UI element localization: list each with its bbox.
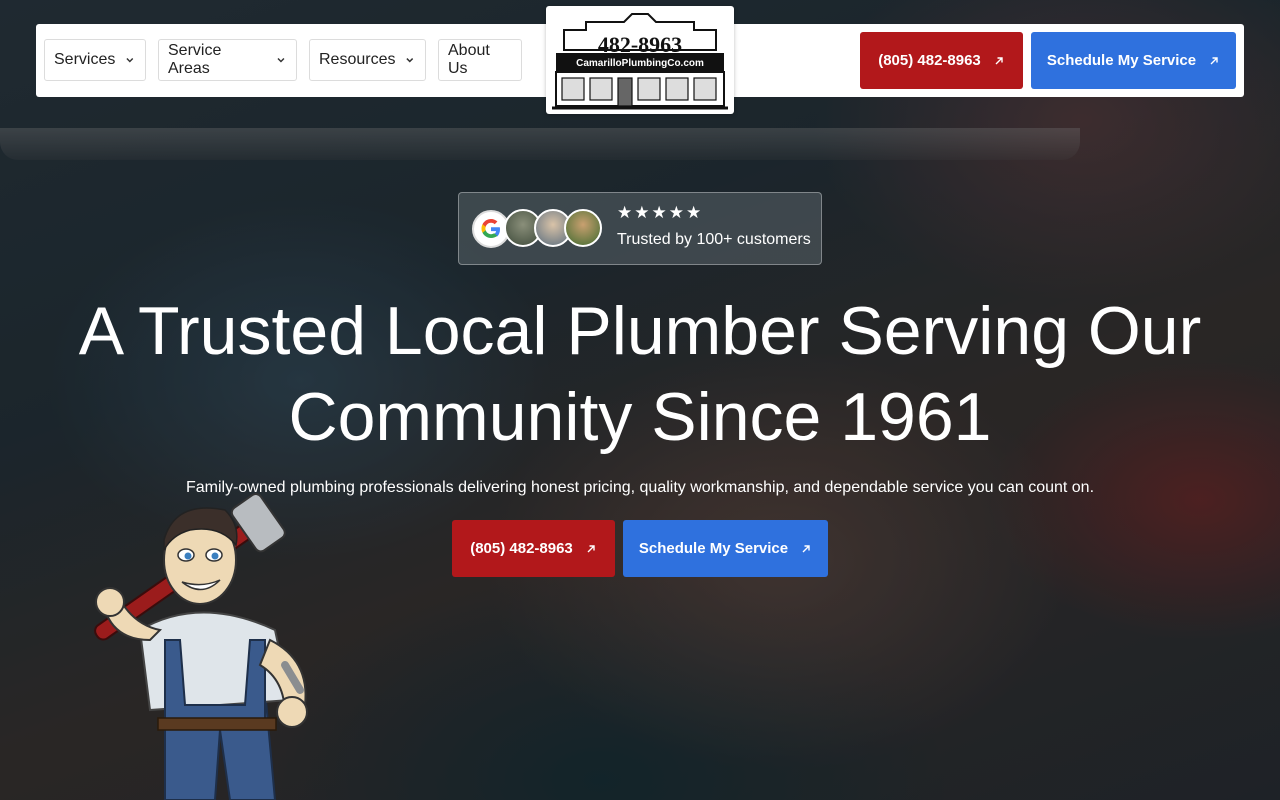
logo-domain-text: CamarilloPlumbingCo.com [576,58,704,69]
hero-schedule-button[interactable]: Schedule My Service [623,520,828,577]
nav-service-areas-label: Service Areas [168,42,222,77]
header-call-button[interactable]: (805) 482-8963 [860,32,1023,89]
header-call-label: (805) 482-8963 [878,52,981,69]
hero-title-line-2: Community Since 1961 [288,379,992,455]
header-schedule-label: Schedule My Service [1046,52,1197,69]
nav-service-areas[interactable]: Service Areas [158,39,297,81]
arrow-up-right-icon [995,56,1003,64]
chevron-down-icon [126,58,134,63]
hero-schedule-label: Schedule My Service [638,540,789,557]
nav-services-label: Services [54,51,116,68]
chevron-down-icon [277,57,285,63]
nav-resources-label: Resources [319,51,396,68]
nav-services[interactable]: Services [44,39,146,81]
five-star-rating: ★★★★★ [617,203,704,222]
hero-title-line-1: A Trusted Local Plumber Serving Our [78,293,1202,369]
customer-avatar [564,209,602,247]
nav-about-us[interactable]: About Us [438,39,522,81]
hero-call-label: (805) 482-8963 [470,540,573,557]
hero-call-button[interactable]: (805) 482-8963 [452,520,615,577]
header-schedule-button[interactable]: Schedule My Service [1031,32,1236,89]
background-pipe [0,128,1080,160]
arrow-up-right-icon [587,544,595,552]
trust-text: Trusted by 100+ customers [617,231,811,248]
nav-resources[interactable]: Resources [309,39,426,81]
storefront-logo-graphic: 482-8963 CamarilloPlumbingCo.com [552,13,728,110]
site-logo[interactable]: 482-8963 CamarilloPlumbingCo.com [546,6,734,114]
nav-about-us-label: About Us [448,42,490,77]
arrow-up-right-icon [802,544,810,552]
chevron-down-icon [406,58,414,63]
logo-phone-text: 482-8963 [598,32,682,57]
hero-title: A Trusted Local Plumber Serving Our Comm… [0,288,1280,460]
plumber-mascot-illustration [94,493,308,800]
arrow-up-right-icon [1210,56,1218,64]
google-rating-badge: ★★★★★ Trusted by 100+ customers [458,192,822,265]
